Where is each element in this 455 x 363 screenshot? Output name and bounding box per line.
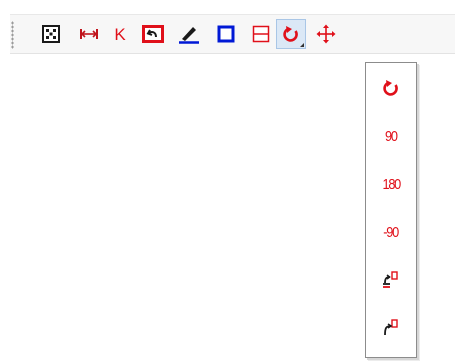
menu-item-rotate-90[interactable]: 90 [366, 113, 416, 159]
grid-icon [42, 25, 60, 43]
menu-item-rotate-180[interactable]: 180 [366, 161, 416, 207]
pen-icon [179, 27, 199, 44]
k-icon: K [114, 24, 126, 44]
toolbar-grip[interactable] [11, 21, 14, 49]
k-button[interactable]: K [105, 19, 135, 49]
rotate-90-label: 90 [385, 127, 398, 145]
split-horizontal-icon [252, 25, 270, 43]
rectangle-button[interactable] [211, 19, 241, 49]
reset-view-icon [142, 25, 164, 43]
grid-button[interactable] [36, 19, 66, 49]
rotate-minus-90-label: -90 [383, 223, 400, 241]
rotate-180-label: 180 [382, 175, 401, 193]
split-horizontal-button[interactable] [246, 19, 276, 49]
flip-rotate-left-icon [383, 271, 398, 288]
rotate-button[interactable] [276, 19, 306, 49]
pen-button[interactable] [174, 19, 204, 49]
menu-item-rotate[interactable] [366, 65, 416, 111]
rotate-left-icon [384, 319, 398, 336]
fit-width-button[interactable] [74, 19, 104, 49]
rotate-icon [383, 80, 398, 96]
menu-item-rotate-minus-90[interactable]: -90 [366, 209, 416, 255]
toolbar: K [10, 14, 455, 54]
rectangle-icon [217, 25, 235, 43]
reset-view-button[interactable] [138, 19, 168, 49]
move-button[interactable] [311, 19, 341, 49]
dropdown-arrow-icon[interactable] [300, 43, 304, 47]
fit-width-icon [80, 29, 98, 39]
rotate-menu: 90 180 -90 [365, 62, 417, 358]
menu-item-flip-rotate-left[interactable] [366, 257, 416, 303]
menu-item-rotate-left[interactable] [366, 305, 416, 351]
rotate-icon [283, 26, 298, 42]
move-icon [316, 24, 336, 44]
